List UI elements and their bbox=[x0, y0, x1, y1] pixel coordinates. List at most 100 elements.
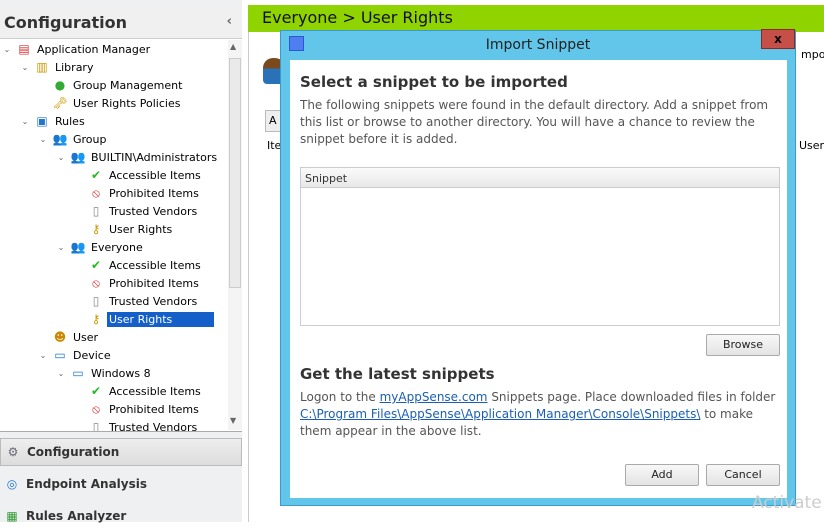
tree-item[interactable]: ⌄ 👥 Group bbox=[38, 130, 109, 148]
check-icon: ✔ bbox=[90, 384, 102, 398]
tree-item[interactable]: ⌄ 👥 Everyone bbox=[56, 238, 145, 256]
app-manager-icon: ▤ bbox=[18, 42, 30, 56]
tree-item-label: BUILTIN\Administrators bbox=[91, 150, 218, 164]
chevron-down-icon[interactable]: ⌄ bbox=[2, 45, 12, 54]
tree-item[interactable]: ▯ Trusted Vendors bbox=[74, 202, 199, 220]
user-rights-policies-icon: 🗝 bbox=[52, 96, 68, 110]
import-label: mpo bbox=[801, 48, 824, 61]
close-button[interactable]: x bbox=[761, 29, 795, 49]
myappsense-link[interactable]: myAppSense.com bbox=[380, 390, 488, 404]
user-icon: ☻ bbox=[53, 330, 67, 344]
nav-configuration[interactable]: ⚙ Configuration bbox=[0, 438, 242, 466]
column-header-user: User bbox=[799, 139, 824, 152]
certificate-icon: ▯ bbox=[92, 420, 100, 432]
tree-item-label: Group bbox=[73, 132, 107, 146]
group-icon: 👥 bbox=[70, 150, 86, 164]
tree-item[interactable]: ⌄ ▥ Library bbox=[20, 58, 95, 76]
group-management-icon: ● bbox=[54, 78, 66, 92]
group-icon: 👥 bbox=[52, 132, 68, 146]
prohibited-icon: ⦸ bbox=[92, 275, 100, 290]
heading-select: Select a snippet to be imported bbox=[300, 73, 568, 91]
tree-item-label: Rules bbox=[55, 114, 85, 128]
certificate-icon: ▯ bbox=[92, 294, 100, 308]
tree-item-label: Accessible Items bbox=[109, 384, 201, 398]
heading-latest: Get the latest snippets bbox=[300, 365, 495, 383]
tree-item[interactable]: ⦸ Prohibited Items bbox=[74, 400, 201, 418]
tree-item-label: Application Manager bbox=[37, 42, 151, 56]
tree-item-label: Prohibited Items bbox=[109, 276, 199, 290]
breadcrumb: Everyone > User Rights bbox=[248, 5, 824, 32]
tree-item-label: Everyone bbox=[91, 240, 143, 254]
gear-icon: ⚙ bbox=[7, 445, 19, 459]
tree-item[interactable]: 🗝 User Rights Policies bbox=[38, 94, 182, 112]
nav-rules-analyzer[interactable]: ▦ Rules Analyzer bbox=[0, 502, 242, 530]
tree-item[interactable]: ✔ Accessible Items bbox=[74, 256, 203, 274]
tree-item-label: Windows 8 bbox=[91, 366, 151, 380]
chevron-down-icon[interactable]: ⌄ bbox=[20, 117, 30, 126]
tree-item-label: Accessible Items bbox=[109, 168, 201, 182]
device-icon: ▭ bbox=[54, 348, 66, 362]
cancel-button[interactable]: Cancel bbox=[706, 464, 780, 486]
chevron-down-icon[interactable]: ⌄ bbox=[56, 369, 66, 378]
tree-item-label: Library bbox=[55, 60, 94, 74]
nav-label: Endpoint Analysis bbox=[26, 477, 147, 491]
tree-item[interactable]: ⚷ User Rights bbox=[74, 220, 174, 238]
device-icon: ▭ bbox=[72, 366, 84, 380]
configuration-tree: ⌄ ▤ Application Manager ⌄ ▥ Library ● Group Man… bbox=[0, 38, 242, 432]
tree-item[interactable]: ⦸ Prohibited Items bbox=[74, 184, 201, 202]
scroll-up-icon[interactable]: ▲ bbox=[230, 42, 236, 51]
tree-item[interactable]: ⌄ ▭ Device bbox=[38, 346, 113, 364]
chevron-left-icon[interactable]: ‹ bbox=[227, 14, 232, 29]
dialog-title: Import Snippet bbox=[485, 37, 591, 53]
tree-item-label: User Rights Policies bbox=[73, 96, 181, 110]
chevron-down-icon[interactable]: ⌄ bbox=[38, 135, 48, 144]
latest-description: Logon to the myAppSense.com Snippets pag… bbox=[300, 390, 776, 438]
rules-icon: ▣ bbox=[36, 114, 48, 128]
tree-item[interactable]: ▯ Trusted Vendors bbox=[74, 418, 199, 432]
chevron-down-icon[interactable]: ⌄ bbox=[20, 63, 30, 72]
tree-item-label: Trusted Vendors bbox=[109, 420, 198, 432]
user-key-icon: ⚷ bbox=[91, 222, 101, 236]
column-header-snippet[interactable]: Snippet bbox=[301, 168, 779, 188]
tree-item[interactable]: ⌄ ▭ Windows 8 bbox=[56, 364, 153, 382]
user-key-icon: ⚷ bbox=[91, 312, 101, 326]
tree-item-label: Device bbox=[73, 348, 111, 362]
tree-item[interactable]: ▯ Trusted Vendors bbox=[74, 292, 199, 310]
endpoint-analysis-icon: ◎ bbox=[6, 477, 18, 491]
tree-item[interactable]: ⌄ 👥 BUILTIN\Administrators bbox=[56, 148, 219, 166]
chevron-down-icon[interactable]: ⌄ bbox=[56, 153, 66, 162]
tree-item[interactable]: ⦸ Prohibited Items bbox=[74, 274, 201, 292]
tree-item-label: Accessible Items bbox=[109, 258, 201, 272]
left-panel: Configuration ‹ ⌄ ▤ Application Manager ⌄ ▥ Li… bbox=[0, 0, 242, 523]
certificate-icon: ▯ bbox=[92, 204, 100, 218]
group-icon: 👥 bbox=[70, 240, 86, 254]
snippet-list[interactable]: Snippet bbox=[300, 167, 780, 326]
chevron-down-icon[interactable]: ⌄ bbox=[56, 243, 66, 252]
add-button[interactable]: Add bbox=[625, 464, 699, 486]
description: The following snippets were found in the… bbox=[300, 98, 769, 146]
import-snippet-dialog: Import Snippet x Select a snippet to be … bbox=[280, 29, 796, 506]
tree-item[interactable]: ☻ User bbox=[38, 328, 100, 346]
activation-watermark: Activate bbox=[752, 493, 822, 513]
prohibited-icon: ⦸ bbox=[92, 185, 100, 200]
tree-item[interactable]: ✔ Accessible Items bbox=[74, 382, 203, 400]
tree-item-label: Trusted Vendors bbox=[109, 294, 198, 308]
tree-item[interactable]: ⌄ ▣ Rules bbox=[20, 112, 87, 130]
tree-item-label: User Rights bbox=[107, 311, 214, 327]
chevron-down-icon[interactable]: ⌄ bbox=[38, 351, 48, 360]
scroll-down-icon[interactable]: ▼ bbox=[230, 416, 236, 425]
tree-item[interactable]: ⌄ ▤ Application Manager bbox=[2, 40, 152, 58]
scrollbar-thumb[interactable] bbox=[229, 58, 241, 288]
panel-title: Configuration ‹ bbox=[0, 4, 242, 38]
tree-item-label: Prohibited Items bbox=[109, 186, 199, 200]
library-icon: ▥ bbox=[36, 60, 48, 74]
tree-item[interactable]: ✔ Accessible Items bbox=[74, 166, 203, 184]
tree-item[interactable]: ● Group Management bbox=[38, 76, 184, 94]
nav-endpoint-analysis[interactable]: ◎ Endpoint Analysis bbox=[0, 470, 242, 498]
snippets-folder-link[interactable]: C:\Program Files\AppSense\Application Ma… bbox=[300, 407, 700, 421]
tree-item-label: Group Management bbox=[73, 78, 183, 92]
tree-item[interactable]: ⚷ User Rights bbox=[74, 310, 214, 328]
tree-item-label: User Rights bbox=[109, 222, 173, 236]
nav-label: Configuration bbox=[27, 445, 120, 459]
browse-button[interactable]: Browse bbox=[706, 334, 780, 356]
